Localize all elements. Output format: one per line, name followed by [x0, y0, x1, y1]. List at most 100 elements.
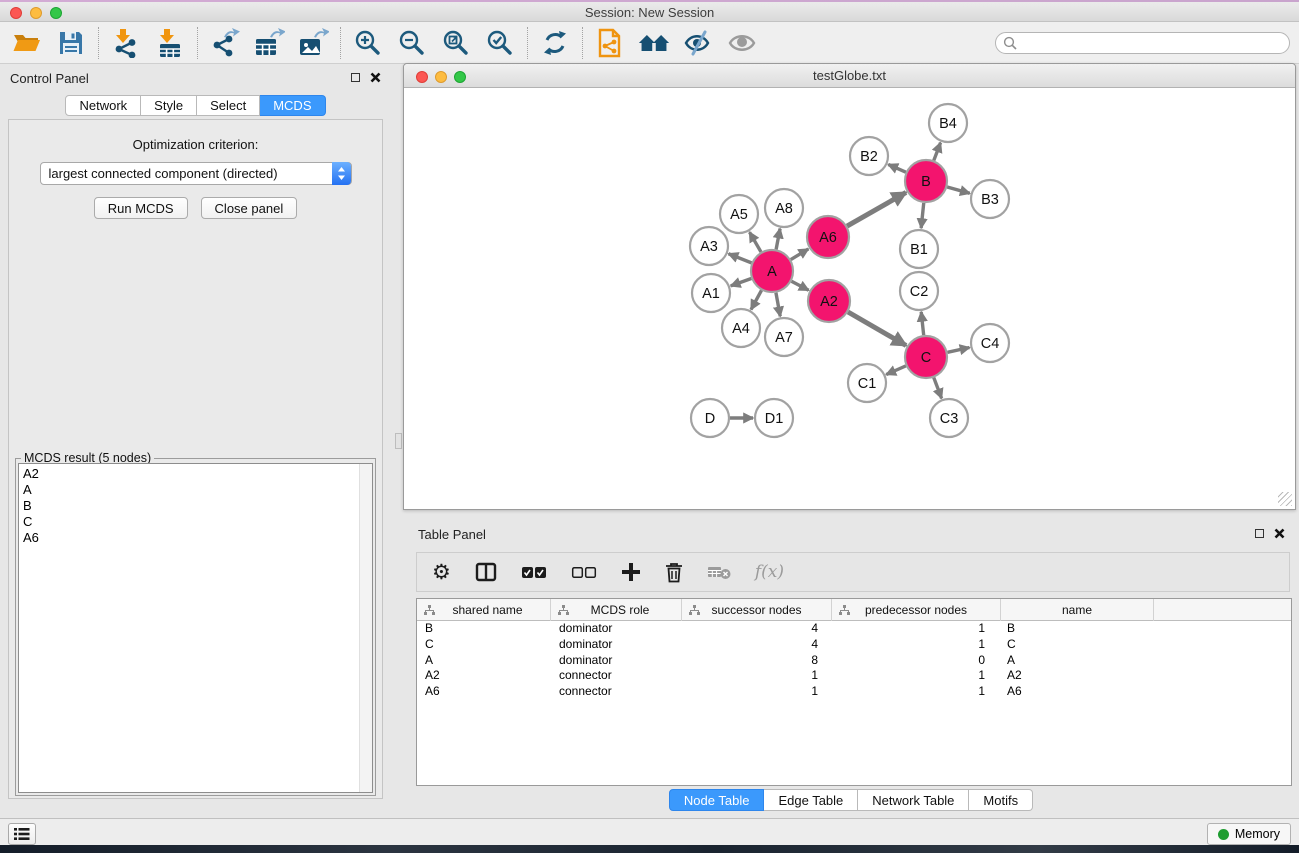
network-view-window: testGlobe.txt AA1A2A3A4A5A6A7A8BB1B2B3B4… [403, 63, 1296, 510]
graph-edge[interactable] [947, 187, 970, 193]
resize-grip-icon[interactable] [1278, 492, 1292, 506]
column-header-shared-name[interactable]: shared name [417, 599, 551, 621]
table-row[interactable]: A dominator 8 0 A [417, 653, 1291, 669]
cell-name: B [1001, 621, 1154, 637]
memory-button[interactable]: Memory [1207, 823, 1291, 845]
splitter-handle[interactable] [395, 433, 402, 449]
tab-select[interactable]: Select [197, 95, 260, 116]
graph-edge[interactable] [791, 249, 809, 260]
list-item[interactable]: B [19, 498, 372, 514]
open-session-icon[interactable] [11, 27, 43, 59]
list-item[interactable]: A2 [19, 464, 372, 482]
export-network-icon[interactable] [209, 27, 241, 59]
graph-edge[interactable] [934, 143, 941, 161]
graph-node-label: C [921, 350, 931, 366]
cell-successor-nodes: 1 [682, 684, 832, 700]
float-panel-icon[interactable] [1255, 529, 1264, 538]
graph-edge[interactable] [888, 164, 906, 172]
close-panel-icon[interactable] [370, 72, 381, 83]
export-image-icon[interactable] [297, 27, 329, 59]
graph-edge[interactable] [791, 281, 808, 290]
cell-name: A6 [1001, 684, 1154, 700]
tab-network-table[interactable]: Network Table [858, 789, 969, 811]
table-settings-icon[interactable]: ⚙ [432, 562, 451, 582]
show-graphics-details-icon[interactable] [726, 27, 758, 59]
column-header-name[interactable]: name [1001, 599, 1154, 621]
mcds-result-list[interactable]: A2 A B C A6 [18, 463, 373, 793]
graph-edge[interactable] [751, 290, 761, 309]
list-item[interactable]: C [19, 514, 372, 530]
run-mcds-button[interactable]: Run MCDS [94, 197, 188, 219]
desktop-wallpaper-strip [0, 845, 1299, 853]
graph-edge[interactable] [776, 293, 780, 317]
zoom-in-icon[interactable] [352, 27, 384, 59]
import-table-icon[interactable] [154, 27, 186, 59]
table-row[interactable]: C dominator 4 1 C [417, 637, 1291, 653]
cell-successor-nodes: 4 [682, 621, 832, 637]
column-header-successor-nodes[interactable]: successor nodes [682, 599, 832, 621]
refresh-view-icon[interactable] [539, 27, 571, 59]
network-window-title-bar[interactable]: testGlobe.txt [404, 64, 1295, 88]
scrollbar-track[interactable] [359, 464, 372, 792]
table-row[interactable]: A2 connector 1 1 A2 [417, 668, 1291, 684]
add-column-icon[interactable] [621, 562, 641, 582]
close-panel-button[interactable]: Close panel [201, 197, 298, 219]
column-header-predecessor-nodes[interactable]: predecessor nodes [832, 599, 1001, 621]
cell-successor-nodes: 1 [682, 668, 832, 684]
zoom-out-icon[interactable] [396, 27, 428, 59]
list-item[interactable]: A6 [19, 530, 372, 546]
graph-node-label: A4 [732, 321, 750, 337]
graph-edge[interactable] [848, 312, 906, 346]
tab-motifs[interactable]: Motifs [969, 789, 1033, 811]
zoom-fit-icon[interactable] [440, 27, 472, 59]
split-column-icon[interactable] [475, 562, 497, 582]
new-network-from-selection-icon[interactable] [594, 27, 626, 59]
graph-edge[interactable] [947, 347, 969, 352]
delete-columns-icon[interactable] [665, 562, 683, 583]
cell-mcds-role: dominator [551, 637, 682, 653]
optimization-criterion-value: largest connected component (directed) [49, 166, 278, 181]
graph-edge[interactable] [729, 254, 752, 263]
select-all-columns-icon[interactable] [521, 566, 547, 579]
cell-predecessor-nodes: 1 [832, 684, 1001, 700]
optimization-criterion-select[interactable]: largest connected component (directed) [40, 162, 352, 185]
close-panel-icon[interactable] [1274, 528, 1285, 539]
graph-edge[interactable] [750, 232, 761, 252]
home-icon[interactable] [638, 27, 670, 59]
list-item[interactable]: A [19, 482, 372, 498]
graph-edge[interactable] [731, 278, 752, 285]
tab-node-table[interactable]: Node Table [669, 789, 765, 811]
delete-table-icon[interactable] [707, 564, 731, 580]
tab-network[interactable]: Network [65, 95, 141, 116]
cell-shared-name: C [417, 637, 551, 653]
graph-edge[interactable] [886, 366, 906, 375]
graph-edge[interactable] [921, 312, 923, 335]
main-title-bar: Session: New Session [0, 2, 1299, 22]
network-canvas[interactable]: AA1A2A3A4A5A6A7A8BB1B2B3B4CC1C2C3C4DD1 [405, 89, 1294, 508]
hide-graphics-details-icon[interactable] [682, 27, 714, 59]
tab-edge-table[interactable]: Edge Table [764, 789, 858, 811]
table-row[interactable]: A6 connector 1 1 A6 [417, 684, 1291, 700]
graph-node-label: A7 [775, 330, 793, 346]
graph-edge[interactable] [934, 378, 942, 399]
graph-edge[interactable] [776, 229, 780, 250]
column-header-mcds-role[interactable]: MCDS role [551, 599, 682, 621]
zoom-selected-icon[interactable] [484, 27, 516, 59]
graph-edge[interactable] [847, 192, 906, 226]
export-table-icon[interactable] [253, 27, 285, 59]
network-graph[interactable]: AA1A2A3A4A5A6A7A8BB1B2B3B4CC1C2C3C4DD1 [405, 89, 1294, 508]
task-history-button[interactable] [8, 823, 36, 845]
import-network-icon[interactable] [110, 27, 142, 59]
search-input[interactable] [995, 32, 1290, 54]
mcds-result-group: MCDS result (5 nodes) A2 A B C A6 [15, 458, 376, 796]
tab-style[interactable]: Style [141, 95, 197, 116]
cell-name: A [1001, 653, 1154, 669]
table-row[interactable]: B dominator 4 1 B [417, 621, 1291, 637]
graph-node-label: A8 [775, 201, 793, 217]
tab-mcds[interactable]: MCDS [260, 95, 325, 116]
graph-edge[interactable] [921, 203, 924, 228]
deselect-all-columns-icon[interactable] [571, 566, 597, 579]
float-panel-icon[interactable] [351, 73, 360, 82]
application-window: Session: New Session [0, 0, 1299, 853]
save-session-icon[interactable] [55, 27, 87, 59]
